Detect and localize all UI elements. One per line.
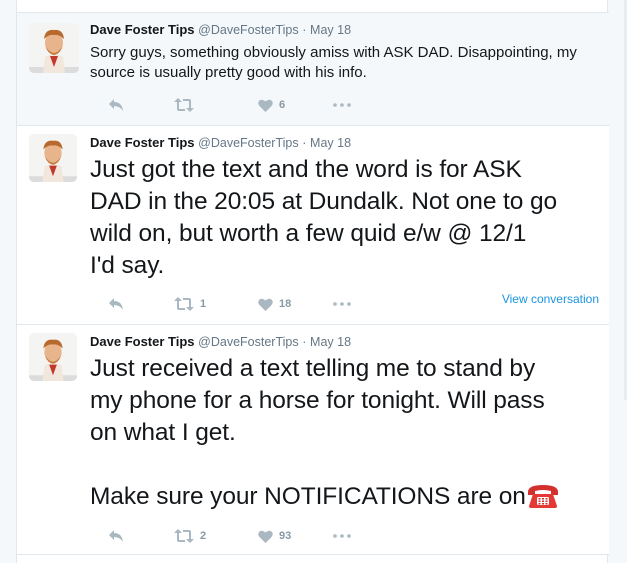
- tweet-text-line: wild on, but worth a few quid e/w @ 12/1: [90, 220, 527, 247]
- tweet-header: Dave Foster Tips @DaveFosterTips · May 1…: [90, 134, 599, 152]
- author-handle[interactable]: @DaveFosterTips: [198, 335, 298, 349]
- tweet-header: Dave Foster Tips @DaveFosterTips · May 1…: [90, 333, 599, 351]
- like-count: 18: [279, 298, 292, 310]
- telephone-icon: [527, 485, 558, 508]
- tweet-actions: 1 18 View conversation: [90, 292, 599, 314]
- avatar[interactable]: [29, 134, 77, 182]
- reply-icon: [109, 99, 123, 111]
- heart-icon: [258, 298, 273, 311]
- separator: ·: [302, 136, 307, 150]
- separator: ·: [302, 335, 307, 349]
- tweet-text-line: my phone for a horse for tonight. Will p…: [90, 387, 545, 414]
- avatar-icon: [29, 333, 77, 381]
- tweet-actions: 2 93: [90, 526, 599, 546]
- like-count: 93: [279, 530, 292, 542]
- heart-icon: [258, 99, 273, 112]
- timeline: Dave Foster Tips @DaveFosterTips · May 1…: [16, 0, 609, 563]
- notifications-text: Make sure your NOTIFICATIONS are on: [90, 483, 526, 510]
- tweet[interactable]: Dave Foster Tips @DaveFosterTips · May 1…: [17, 126, 609, 325]
- tweet-text: Just got the text and the word is for AS…: [90, 154, 599, 282]
- tweet[interactable]: Dave Foster Tips @DaveFosterTips · May 1…: [17, 12, 609, 126]
- tweet-content: Dave Foster Tips @DaveFosterTips · May 1…: [90, 333, 599, 513]
- more-button[interactable]: [333, 95, 351, 115]
- more-button[interactable]: [333, 294, 351, 314]
- reply-button[interactable]: [108, 95, 124, 115]
- author-name[interactable]: Dave Foster Tips: [90, 334, 195, 349]
- retweet-button[interactable]: 1: [174, 294, 206, 314]
- tweet-text-line: DAD in the 20:05 at Dundalk. Not one to …: [90, 188, 558, 215]
- retweet-icon: [174, 297, 194, 311]
- author-name[interactable]: Dave Foster Tips: [90, 135, 195, 150]
- reply-button[interactable]: [108, 294, 124, 314]
- retweet-count: 2: [200, 530, 207, 542]
- tweet-date[interactable]: May 18: [310, 335, 351, 349]
- tweet-actions: 6: [90, 95, 599, 115]
- like-button[interactable]: 6: [258, 95, 285, 115]
- reply-icon: [109, 298, 123, 310]
- retweet-icon: [174, 529, 194, 543]
- like-count: 6: [279, 99, 286, 111]
- reply-icon: [109, 530, 123, 542]
- avatar[interactable]: [29, 333, 77, 381]
- tweet-content: Dave Foster Tips @DaveFosterTips · May 1…: [90, 134, 599, 282]
- retweet-button[interactable]: [174, 95, 200, 115]
- avatar-icon: [29, 134, 77, 182]
- heart-icon: [258, 530, 273, 543]
- tweet-text-line: Make sure your NOTIFICATIONS are on: [90, 481, 599, 513]
- author-name[interactable]: Dave Foster Tips: [90, 22, 195, 37]
- tweet-text-line: I'd say.: [90, 252, 165, 279]
- tweet-date[interactable]: May 18: [310, 136, 351, 150]
- separator: ·: [302, 23, 307, 37]
- more-button[interactable]: [333, 526, 351, 546]
- tweet-content: Dave Foster Tips @DaveFosterTips · May 1…: [90, 21, 599, 83]
- tweet[interactable]: Dave Foster Tips @DaveFosterTips · May 1…: [17, 325, 609, 555]
- author-handle[interactable]: @DaveFosterTips: [198, 136, 298, 150]
- more-dots-icon: [333, 103, 351, 107]
- tweet-text-line: on what I get.: [90, 419, 236, 446]
- scrollbar-track[interactable]: [623, 0, 627, 563]
- author-handle[interactable]: @DaveFosterTips: [198, 23, 298, 37]
- tweet-text-line: Just got the text and the word is for AS…: [90, 156, 522, 183]
- avatar-icon: [29, 23, 79, 73]
- retweet-icon: [174, 98, 194, 112]
- like-button[interactable]: 93: [258, 526, 291, 546]
- tweet-text-line: Just received a text telling me to stand…: [90, 355, 536, 382]
- tweet-header: Dave Foster Tips @DaveFosterTips · May 1…: [90, 21, 599, 39]
- more-dots-icon: [333, 534, 351, 538]
- retweet-count: 1: [200, 298, 207, 310]
- view-conversation-link[interactable]: View conversation: [502, 292, 599, 306]
- tweet-date[interactable]: May 18: [310, 23, 351, 37]
- avatar[interactable]: [29, 23, 79, 73]
- more-dots-icon: [333, 302, 351, 306]
- like-button[interactable]: 18: [258, 294, 291, 314]
- tweet-text: Just received a text telling me to stand…: [90, 353, 599, 513]
- reply-button[interactable]: [108, 526, 124, 546]
- tweet-text: Sorry guys, something obviously amiss wi…: [90, 44, 577, 81]
- retweet-button[interactable]: 2: [174, 526, 206, 546]
